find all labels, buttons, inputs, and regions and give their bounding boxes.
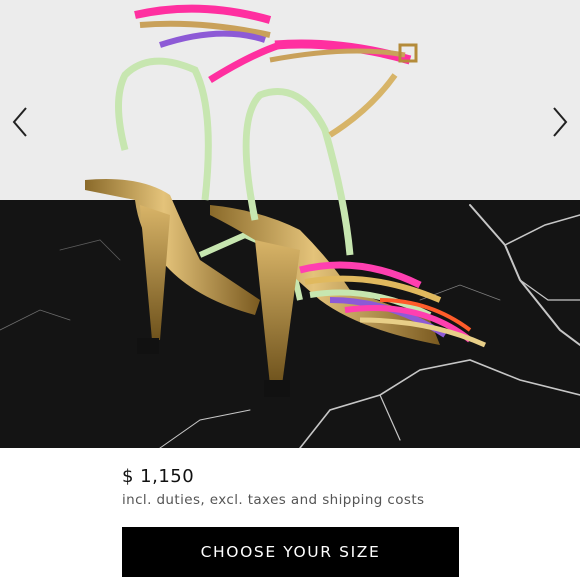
product-price: $ 1,150 — [122, 466, 195, 487]
next-image-button[interactable] — [540, 100, 580, 144]
price-note: incl. duties, excl. taxes and shipping c… — [122, 492, 425, 508]
chevron-left-icon — [12, 107, 27, 137]
price-section: $ 1,150 incl. duties, excl. taxes and sh… — [0, 448, 580, 580]
product-image — [0, 0, 580, 448]
choose-size-button[interactable]: CHOOSE YOUR SIZE — [122, 527, 459, 577]
chevron-right-icon — [553, 107, 568, 137]
previous-image-button[interactable] — [0, 100, 40, 144]
product-image-gallery — [0, 0, 580, 448]
